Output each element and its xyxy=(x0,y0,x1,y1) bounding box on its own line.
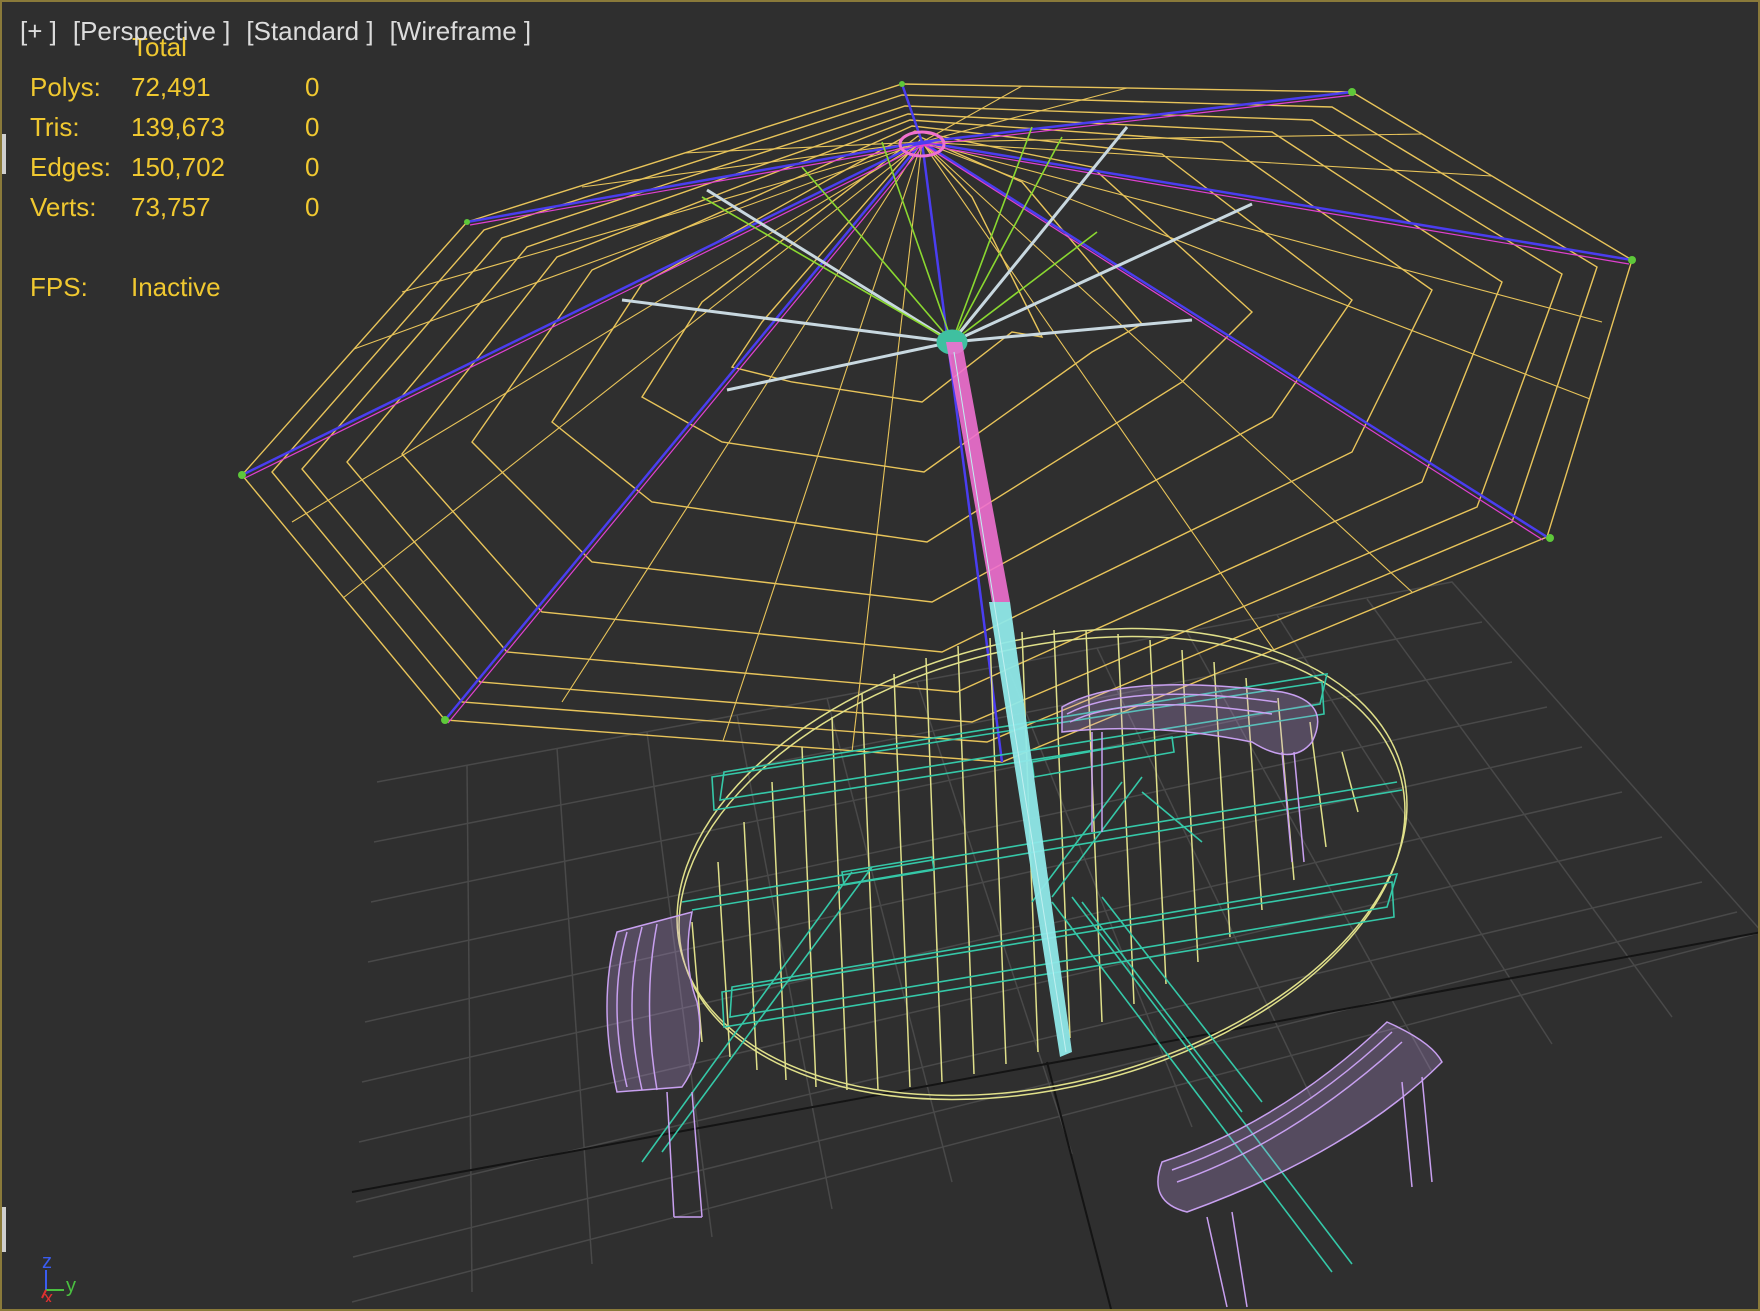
stats-total: 72,491 xyxy=(131,72,211,102)
stats-label: Polys: xyxy=(30,72,101,102)
viewport-point-of-view-menu[interactable]: [Perspective ] xyxy=(73,16,231,47)
viewport-general-menu[interactable]: [+ ] xyxy=(20,16,57,47)
stats-selected: 0 xyxy=(305,72,320,102)
stats-total: 150,702 xyxy=(131,152,225,182)
stats-selected: 0 xyxy=(305,152,320,182)
stats-total: 139,673 xyxy=(131,112,225,142)
viewport-label-bar: [+ ] [Perspective ] [Standard ] [Wirefra… xyxy=(20,16,531,47)
umbrella-ribs[interactable] xyxy=(241,83,1633,763)
axis-z-label: z xyxy=(42,1251,52,1273)
stats-selected: 0 xyxy=(305,112,320,142)
umbrella-canopy[interactable] xyxy=(241,83,1633,763)
fps-label: FPS: xyxy=(30,272,88,302)
viewport-left-edge-marker xyxy=(2,134,6,174)
axis-y-label: y xyxy=(66,1275,76,1297)
stats-label: Tris: xyxy=(30,112,80,142)
viewport-perspective[interactable]: [+ ] [Perspective ] [Standard ] [Wirefra… xyxy=(0,0,1760,1311)
stats-selected: 0 xyxy=(305,192,320,222)
axis-x-label: x xyxy=(44,1288,53,1302)
stats-total: 73,757 xyxy=(131,192,211,222)
umbrella-pole[interactable] xyxy=(946,342,1072,1057)
scene-wireframe[interactable] xyxy=(2,2,1760,1311)
rib-highlights xyxy=(244,94,1630,724)
viewport-display-mode-menu[interactable]: [Wireframe ] xyxy=(390,16,532,47)
stats-label: Verts: xyxy=(30,192,97,222)
viewport-left-edge-marker xyxy=(2,1207,6,1252)
stats-label: Edges: xyxy=(30,152,111,182)
fps-value: Inactive xyxy=(131,272,221,302)
axis-tripod-icon: z y x xyxy=(41,1251,76,1302)
rib-tips xyxy=(238,81,1636,724)
viewport-shading-menu[interactable]: [Standard ] xyxy=(246,16,373,47)
